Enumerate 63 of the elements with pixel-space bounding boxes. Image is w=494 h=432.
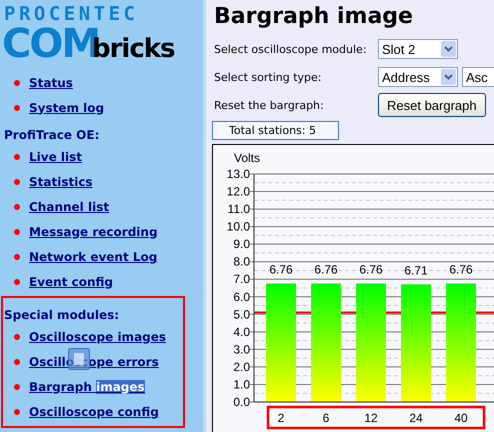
bullet-icon — [14, 178, 20, 184]
logo-text: PROCENTEC — [4, 4, 138, 24]
bullet-icon — [14, 358, 20, 364]
sidebar-link[interactable]: Statistics — [29, 174, 93, 188]
bullet-icon — [14, 278, 20, 284]
form-label: Reset the bargraph: — [214, 98, 325, 112]
sidebar-link[interactable]: Oscilloscope config — [29, 404, 159, 418]
sidebar-link[interactable]: Live list — [29, 150, 82, 164]
form-label: Select oscilloscope module: — [214, 42, 368, 56]
total-stations-label: Total stations: 5 — [212, 121, 339, 140]
bullet-icon — [14, 154, 20, 160]
bullet-icon — [14, 334, 20, 340]
axis-tick-label: 13.0 — [226, 167, 250, 181]
form-label: Select sorting type: — [214, 70, 323, 84]
bullet-icon — [14, 228, 20, 234]
reset-button[interactable]: Reset bargraph — [378, 93, 486, 117]
axis-title: Volts — [234, 151, 260, 165]
dropdown[interactable]: Address — [378, 67, 458, 87]
sidebar-link[interactable]: Channel list — [29, 200, 110, 214]
axis-tick-label: 3.0 — [233, 342, 250, 356]
caret-icon — [441, 41, 456, 57]
axis-tick-label: 6.0 — [233, 290, 250, 304]
bullet-icon — [14, 80, 20, 86]
bullet-icon — [14, 384, 20, 390]
sidebar-link[interactable]: Oscilloscope errors — [29, 354, 159, 368]
sidebar-link[interactable]: Event config — [29, 274, 113, 288]
axis-tick-label: 12.0 — [226, 184, 250, 199]
value-label: 6.76 — [359, 262, 383, 276]
value-label: 6.76 — [269, 262, 293, 276]
axis-tick-label: 1.0 — [233, 377, 250, 392]
value-label: 6.76 — [449, 262, 473, 276]
axis-tick-label: 40 — [454, 411, 468, 425]
caret-icon — [441, 69, 456, 85]
sidebar-link[interactable]: Bargraph images — [29, 380, 145, 394]
sidebar-link[interactable]: Status — [29, 76, 73, 90]
bullet-icon — [14, 408, 20, 414]
sidebar-link[interactable]: System log — [29, 100, 104, 114]
axis-tick-label: 10.0 — [226, 220, 250, 234]
axis-tick-label: 4.0 — [233, 324, 250, 339]
page-title: Bargraph image — [214, 4, 413, 29]
section-heading: Special modules: — [4, 308, 120, 322]
axis-tick-label: 2.0 — [233, 360, 250, 374]
bullet-icon — [14, 204, 20, 210]
dropdown[interactable]: Slot 2 — [378, 39, 458, 59]
bullet-icon — [14, 254, 20, 260]
axis-tick-label: 12 — [364, 411, 378, 425]
axis-tick-label: 0.0 — [233, 395, 250, 409]
value-label: 6.76 — [314, 262, 338, 276]
bullet-icon — [14, 104, 20, 110]
axis-tick-label: 8.0 — [233, 254, 250, 269]
axis-tick-label: 24 — [409, 411, 423, 425]
sidebar-link[interactable]: Message recording — [29, 224, 158, 238]
axis-tick-label: 11.0 — [228, 202, 250, 216]
section-heading: ProfiTrace OE: — [4, 128, 100, 142]
value-label: 6.71 — [404, 263, 428, 278]
dropdown[interactable]: Asc — [462, 67, 494, 87]
axis-tick-label: 9.0 — [233, 237, 250, 252]
axis-tick-label: 7.0 — [233, 272, 250, 286]
sidebar-link[interactable]: Network event Log — [29, 250, 158, 264]
axis-tick-label: 5.0 — [233, 307, 250, 322]
axis-tick-label: 6 — [322, 411, 330, 425]
axis-tick-label: 2 — [278, 411, 284, 425]
sidebar-link[interactable]: Oscilloscope images — [29, 330, 166, 344]
